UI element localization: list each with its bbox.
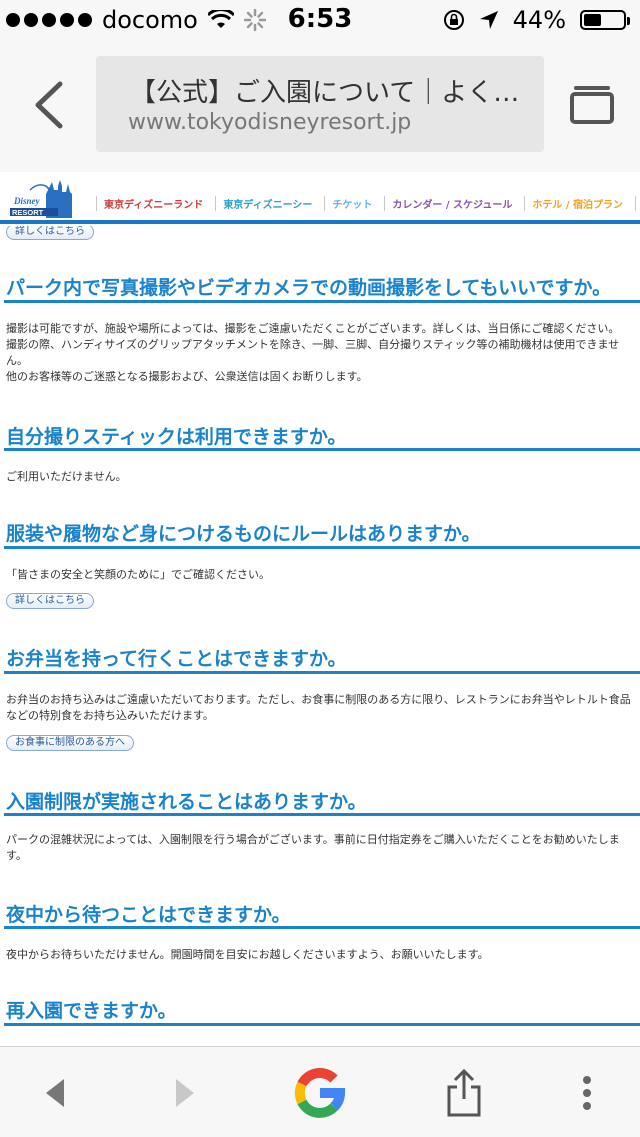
faq-answer: パークの混雑状況によっては、入園制限を行う場合がございます。事前に日付指定券をご…	[6, 832, 636, 864]
page-title: 【公式】ご入園について｜よく…	[130, 78, 520, 108]
google-icon[interactable]	[290, 1063, 350, 1123]
status-bar: docomo 6:53 44%	[0, 0, 640, 40]
faq-question: 再入園できますか。	[6, 1000, 177, 1022]
answer-line: 「皆さまの安全と笑顔のために」でご確認ください。	[6, 568, 270, 581]
site-nav-menu: 東京ディズニーランド 東京ディズニーシー チケット カレンダー / スケジュール ホテル…	[96, 196, 640, 211]
site-nav-item[interactable]: ヘルプ / アクセス	[634, 196, 640, 211]
answer-line: パークの混雑状況によっては、入園制限を行う場合がございます。事前に日付指定券をご…	[6, 833, 620, 846]
faq-answer: お弁当のお持ち込みはご遠慮いただいております。ただし、お食事に制限のある方に限り…	[6, 692, 636, 724]
site-nav-item[interactable]: チケット	[324, 196, 384, 211]
site-nav-item[interactable]: 東京ディズニーランド	[96, 196, 215, 211]
answer-line: 夜中からお待ちいただけません。開園時間を目安にお越しくださいますよう、お願いいた…	[6, 948, 489, 961]
tabs-icon[interactable]	[570, 84, 614, 124]
faq-question: パーク内で写真撮影やビデオカメラでの動画撮影をしてもいいですか。	[6, 277, 612, 299]
answer-line: ご利用いただけません。	[6, 470, 127, 483]
browser-toolbar: 【公式】ご入園について｜よく… www.tokyodisneyresort.jp	[0, 40, 640, 173]
question-underline	[4, 300, 640, 303]
answer-line: お弁当のお持ち込みはご遠慮いただいております。ただし、お食事に制限のある方に限り…	[6, 693, 631, 706]
page-url: www.tokyodisneyresort.jp	[128, 110, 412, 135]
more-options-icon[interactable]	[580, 1075, 594, 1111]
header-divider	[0, 220, 640, 224]
back-icon[interactable]	[44, 1077, 66, 1109]
dietary-restrictions-link-button[interactable]: お食事に制限のある方へ	[6, 735, 134, 751]
battery-percent: 44%	[512, 6, 566, 34]
browser-bottom-toolbar	[0, 1046, 640, 1137]
faq-question: 自分撮りスティックは利用できますか。	[6, 426, 347, 448]
status-right: 44%	[443, 6, 630, 34]
faq-answer: 撮影は可能ですが、施設や場所によっては、撮影をご遠慮いただくことがございます。詳…	[6, 321, 636, 385]
question-underline	[4, 926, 640, 929]
svg-text:Disney: Disney	[13, 196, 41, 206]
question-underline	[4, 546, 640, 549]
svg-text:RESORT: RESORT	[12, 208, 44, 217]
share-icon[interactable]	[446, 1069, 482, 1117]
faq-question: 服装や履物など身につけるものにルールはありますか。	[6, 523, 481, 545]
answer-line: す。	[6, 849, 27, 862]
question-underline	[4, 671, 640, 674]
battery-icon	[580, 10, 630, 30]
details-link-button[interactable]: 詳しくはこちら	[6, 593, 94, 609]
forward-icon[interactable]	[174, 1077, 196, 1109]
site-nav-item[interactable]: 東京ディズニーシー	[215, 196, 324, 211]
address-bar[interactable]: 【公式】ご入園について｜よく… www.tokyodisneyresort.jp	[96, 56, 544, 152]
site-header: Disney RESORT 東京ディズニーランド 東京ディズニーシー チケット カレン…	[0, 172, 640, 226]
faq-question: 夜中から待つことはできますか。	[6, 904, 291, 926]
tokyo-disney-resort-logo[interactable]: Disney RESORT	[8, 178, 78, 220]
orientation-lock-icon	[443, 10, 464, 30]
question-underline	[4, 813, 640, 816]
faq-answer: 「皆さまの安全と笑顔のために」でご確認ください。	[6, 567, 636, 583]
faq-question: お弁当を持って行くことはできますか。	[6, 648, 347, 670]
answer-line: ん。	[6, 354, 28, 367]
details-link-button[interactable]: 詳しくはこちら	[6, 226, 94, 240]
faq-question: 入園制限が実施されることはありますか。	[6, 791, 367, 813]
answer-line: 撮影は可能ですが、施設や場所によっては、撮影をご遠慮いただくことがございます。詳…	[6, 322, 620, 335]
answer-line: 撮影の際、ハンディサイズのグリップアタッチメントを除き、一脚、三脚、自分撮りステ…	[6, 338, 620, 351]
answer-line: などの特別食をお持ち込みいただけます。	[6, 709, 214, 722]
question-underline	[4, 448, 640, 451]
faq-answer: ご利用いただけません。	[6, 469, 636, 485]
location-arrow-icon	[479, 11, 498, 29]
site-nav-item[interactable]: カレンダー / スケジュール	[384, 196, 524, 211]
site-nav-item[interactable]: ホテル / 宿泊プラン	[524, 196, 635, 211]
faq-content: 詳しくはこちら パーク内で写真撮影やビデオカメラでの動画撮影をしてもいいですか。…	[0, 226, 640, 1046]
question-underline	[4, 1023, 640, 1026]
browser-back-icon[interactable]	[28, 80, 72, 130]
faq-answer: 夜中からお待ちいただけません。開園時間を目安にお越しくださいますよう、お願いいた…	[6, 947, 636, 963]
answer-line: 他のお客様等のご迷惑となる撮影および、公衆送信は固くお断りします。	[6, 370, 368, 383]
